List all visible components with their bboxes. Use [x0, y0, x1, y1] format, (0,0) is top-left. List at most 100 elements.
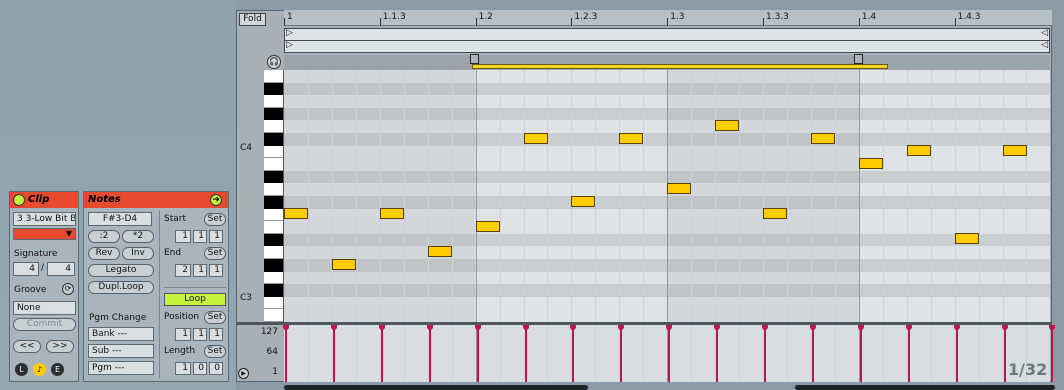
- velocity-bar[interactable]: [668, 327, 671, 382]
- nudge-forward-button[interactable]: >>: [46, 340, 74, 353]
- velocity-bar[interactable]: [572, 327, 575, 382]
- midi-note[interactable]: [667, 182, 692, 194]
- midi-note[interactable]: [571, 195, 596, 207]
- sub-field[interactable]: Sub ---: [88, 344, 154, 358]
- end-beat[interactable]: 1: [193, 264, 207, 277]
- velocity-handle[interactable]: [522, 325, 529, 330]
- horizontal-scrollbar-right[interactable]: [795, 385, 1055, 390]
- reverse-button[interactable]: Rev: [88, 247, 120, 260]
- double-length-button[interactable]: *2: [122, 230, 154, 243]
- length-beat[interactable]: 0: [193, 362, 207, 375]
- half-length-button[interactable]: :2: [88, 230, 120, 243]
- fold-button[interactable]: Fold: [239, 13, 266, 26]
- velocity-handle[interactable]: [1049, 325, 1056, 330]
- velocity-bar[interactable]: [907, 327, 910, 382]
- signature-numerator[interactable]: 4: [13, 262, 39, 276]
- midi-note[interactable]: [523, 132, 548, 144]
- black-key[interactable]: [264, 233, 283, 247]
- midi-note[interactable]: [954, 233, 979, 245]
- velocity-handle[interactable]: [618, 325, 625, 330]
- velocity-handle[interactable]: [474, 325, 481, 330]
- envelope-toggle-E[interactable]: E: [51, 363, 64, 376]
- midi-note[interactable]: [475, 220, 500, 232]
- velocity-bar[interactable]: [859, 327, 862, 382]
- length-set-button[interactable]: Set: [204, 345, 226, 358]
- commit-button[interactable]: Commit: [13, 318, 76, 331]
- arrow-right-icon[interactable]: ➜: [210, 194, 222, 206]
- midi-note[interactable]: [619, 132, 644, 144]
- clip-name-field[interactable]: 3 3-Low Bit B: [13, 212, 76, 226]
- loop-region[interactable]: [472, 64, 888, 69]
- velocity-bar[interactable]: [811, 327, 814, 382]
- clip-note-icon[interactable]: ♪: [33, 363, 46, 376]
- velocity-handle[interactable]: [283, 325, 289, 330]
- end-set-button[interactable]: Set: [204, 247, 226, 260]
- start-beat[interactable]: 1: [193, 230, 207, 243]
- position-sixteenth[interactable]: 1: [209, 328, 223, 341]
- velocity-bar[interactable]: [380, 327, 383, 382]
- midi-note[interactable]: [331, 258, 356, 270]
- black-key[interactable]: [264, 284, 283, 297]
- black-key[interactable]: [264, 133, 283, 146]
- beat-ruler[interactable]: 1 1.1.3 1.2 1.2.3 1.3 1.3.3 1.4 1.4.3: [284, 10, 1052, 26]
- position-bar[interactable]: 1: [175, 328, 191, 341]
- velocity-handle[interactable]: [426, 325, 433, 330]
- note-range-field[interactable]: F#3-D4: [88, 212, 152, 226]
- duplicate-loop-button[interactable]: Dupl.Loop: [88, 281, 154, 294]
- midi-note[interactable]: [858, 157, 883, 169]
- velocity-bar[interactable]: [1051, 327, 1054, 382]
- midi-note[interactable]: [427, 245, 452, 257]
- loop-start-marker-icon[interactable]: [470, 54, 479, 64]
- velocity-bar[interactable]: [524, 327, 527, 382]
- velocity-handle[interactable]: [330, 325, 337, 330]
- length-sixteenth[interactable]: 0: [209, 362, 223, 375]
- black-key[interactable]: [264, 196, 283, 209]
- preview-headphones-icon[interactable]: 🎧: [267, 55, 281, 69]
- loop-end-marker-icon[interactable]: [854, 54, 863, 64]
- note-grid[interactable]: [284, 70, 1050, 322]
- midi-note[interactable]: [763, 208, 787, 220]
- velocity-bar[interactable]: [955, 327, 958, 382]
- velocity-handle[interactable]: [762, 325, 768, 330]
- velocity-handle[interactable]: [378, 325, 385, 330]
- invert-button[interactable]: Inv: [122, 247, 154, 260]
- midi-note[interactable]: [715, 119, 740, 131]
- end-bar[interactable]: 2: [175, 264, 191, 277]
- start-set-button[interactable]: Set: [204, 213, 226, 226]
- velocity-bar[interactable]: [332, 327, 335, 382]
- piano-keyboard[interactable]: [264, 70, 284, 322]
- velocity-expand-icon[interactable]: ▶: [238, 368, 249, 379]
- length-bar[interactable]: 1: [175, 362, 191, 375]
- velocity-bar[interactable]: [285, 327, 287, 382]
- end-sixteenth[interactable]: 1: [209, 264, 223, 277]
- bank-field[interactable]: Bank ---: [88, 327, 154, 341]
- clip-activator-icon[interactable]: [13, 194, 25, 206]
- midi-note[interactable]: [284, 208, 308, 220]
- velocity-handle[interactable]: [953, 325, 960, 330]
- legato-button[interactable]: Legato: [88, 264, 154, 277]
- horizontal-scrollbar-left[interactable]: [284, 385, 588, 390]
- signature-denominator[interactable]: 4: [47, 262, 75, 276]
- loop-bar[interactable]: [284, 54, 1050, 70]
- black-key[interactable]: [264, 82, 283, 96]
- midi-note[interactable]: [810, 132, 835, 144]
- midi-note[interactable]: [906, 145, 931, 157]
- velocity-bar[interactable]: [764, 327, 766, 382]
- velocity-bar[interactable]: [716, 327, 719, 382]
- black-key[interactable]: [264, 170, 283, 184]
- velocity-lane[interactable]: [283, 325, 1056, 382]
- midi-note[interactable]: [1002, 145, 1027, 157]
- nudge-back-button[interactable]: <<: [13, 340, 41, 353]
- velocity-handle[interactable]: [714, 325, 721, 330]
- velocity-handle[interactable]: [666, 325, 673, 330]
- groove-field[interactable]: None: [13, 301, 76, 315]
- velocity-handle[interactable]: [857, 325, 864, 330]
- black-key[interactable]: [264, 107, 283, 121]
- velocity-bar[interactable]: [428, 327, 431, 382]
- clip-color-dropdown[interactable]: ▼: [13, 228, 76, 240]
- velocity-bar[interactable]: [1003, 327, 1006, 382]
- position-beat[interactable]: 1: [193, 328, 207, 341]
- velocity-handle[interactable]: [905, 325, 912, 330]
- velocity-handle[interactable]: [809, 325, 816, 330]
- loop-button[interactable]: Loop: [164, 293, 226, 306]
